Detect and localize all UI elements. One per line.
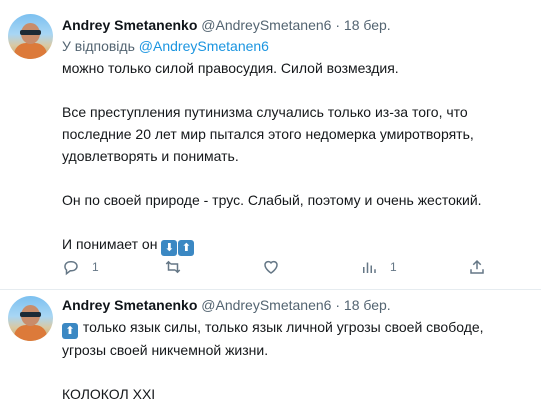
reply-icon [64,261,78,276]
tweet-text: ⬆ только язык силы, только язык личной у… [62,316,533,405]
avatar[interactable] [8,14,53,59]
tweet-text-line: КОЛОКОЛ XXI [62,386,156,402]
arrow-up-emoji: ⬆ [62,323,78,339]
tweet-text-line: можно только силой правосудия. Силой воз… [62,60,399,76]
author-name[interactable]: Andrey Smetanenko [62,17,197,33]
tweet-content: Andrey Smetanenko @AndreySmetanen6 · 18 … [62,16,533,256]
avatar[interactable] [8,296,53,341]
retweet-button[interactable] [164,256,194,278]
tweet-text-line: удовлетворять и понимать. [62,148,239,164]
reply-handle-link[interactable]: @AndreySmetanen6 [139,38,269,54]
tweet-text-fragment: только язык силы, только язык личной угр… [82,319,484,335]
analytics-count: 1 [390,260,397,274]
avatar-sunglasses [20,312,41,317]
retweet-icon [165,260,181,274]
share-button[interactable] [468,256,486,278]
separator: · [335,17,341,33]
tweet-header: Andrey Smetanenko @AndreySmetanen6 · 18 … [62,16,533,34]
tweet-date[interactable]: 18 бер. [344,17,391,33]
tweet-text-line: Все преступления путинизма случались тол… [62,104,468,120]
tweet-actions: 1 1 [62,256,522,278]
avatar-body [14,43,47,59]
reply-prefix: У відповідь [62,38,135,54]
author-handle[interactable]: @AndreySmetanen6 [201,17,331,33]
reply-context: У відповідь @AndreySmetanen6 [62,37,533,55]
tweet-text-line: ⬆ только язык силы, только язык личной у… [62,316,533,339]
arrow-down-emoji: ⬇ [161,240,178,256]
avatar-body [14,325,47,341]
separator: · [335,297,341,313]
heart-icon [264,260,278,274]
tweet-text-line: последние 20 лет мир пытался этого недом… [62,126,474,142]
tweet-text-line: И понимает он ⬇ ⬆ [62,233,533,256]
analytics-button[interactable]: 1 [360,256,397,278]
tweet[interactable]: Andrey Smetanenko @AndreySmetanen6 · 18 … [0,290,541,405]
tweet-date[interactable]: 18 бер. [344,297,391,313]
reply-button[interactable]: 1 [62,256,99,278]
tweet[interactable]: Andrey Smetanenko @AndreySmetanen6 · 18 … [0,0,541,290]
tweet-header: Andrey Smetanenko @AndreySmetanen6 · 18 … [62,296,533,314]
share-icon [470,259,484,274]
author-name[interactable]: Andrey Smetanenko [62,297,197,313]
tweet-text-line: Он по своей природе - трус. Слабый, поэт… [62,192,482,208]
arrow-up-emoji: ⬆ [178,240,195,256]
author-handle[interactable]: @AndreySmetanen6 [201,297,331,313]
bar-chart-icon [363,262,376,273]
like-button[interactable] [262,256,292,278]
tweet-text-fragment: И понимает он [62,236,158,252]
tweet-text-line: угрозы своей никчемной жизни. [62,342,269,358]
reply-count: 1 [92,260,99,274]
tweet-content: Andrey Smetanenko @AndreySmetanen6 · 18 … [62,296,533,405]
avatar-sunglasses [20,30,41,35]
tweet-text: можно только силой правосудия. Силой воз… [62,57,533,256]
